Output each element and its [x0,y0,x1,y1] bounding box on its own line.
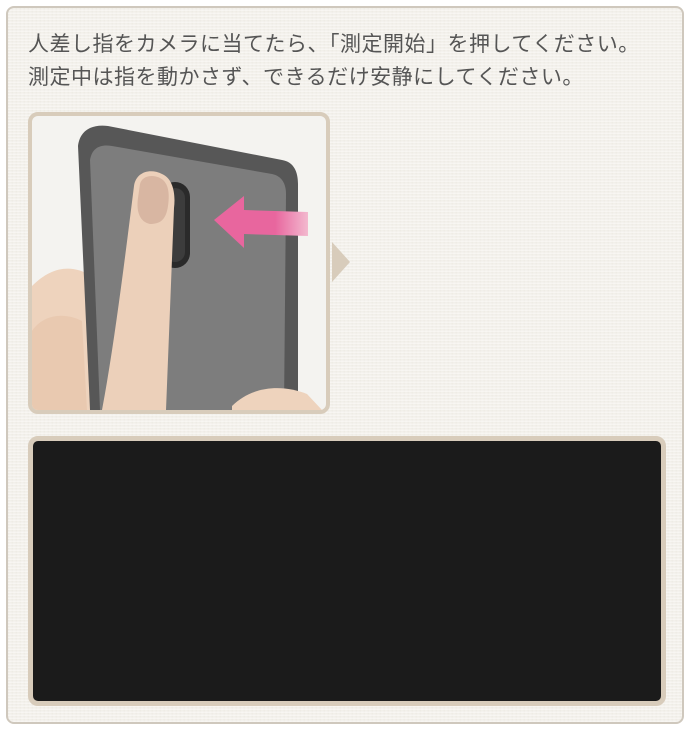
finger-on-camera-icon [32,125,322,410]
instruction-line-2: 測定中は指を動かさず、できるだけ安静にしてください。 [28,65,584,89]
instruction-line-1: 人差し指をカメラに当てたら、「測定開始」を押してください。 [28,32,640,56]
camera-preview [28,436,666,706]
speech-pointer [332,242,350,282]
finger-placement-illustration [28,112,330,414]
instruction-text: 人差し指をカメラに当てたら、「測定開始」を押してください。 測定中は指を動かさず… [28,28,668,94]
